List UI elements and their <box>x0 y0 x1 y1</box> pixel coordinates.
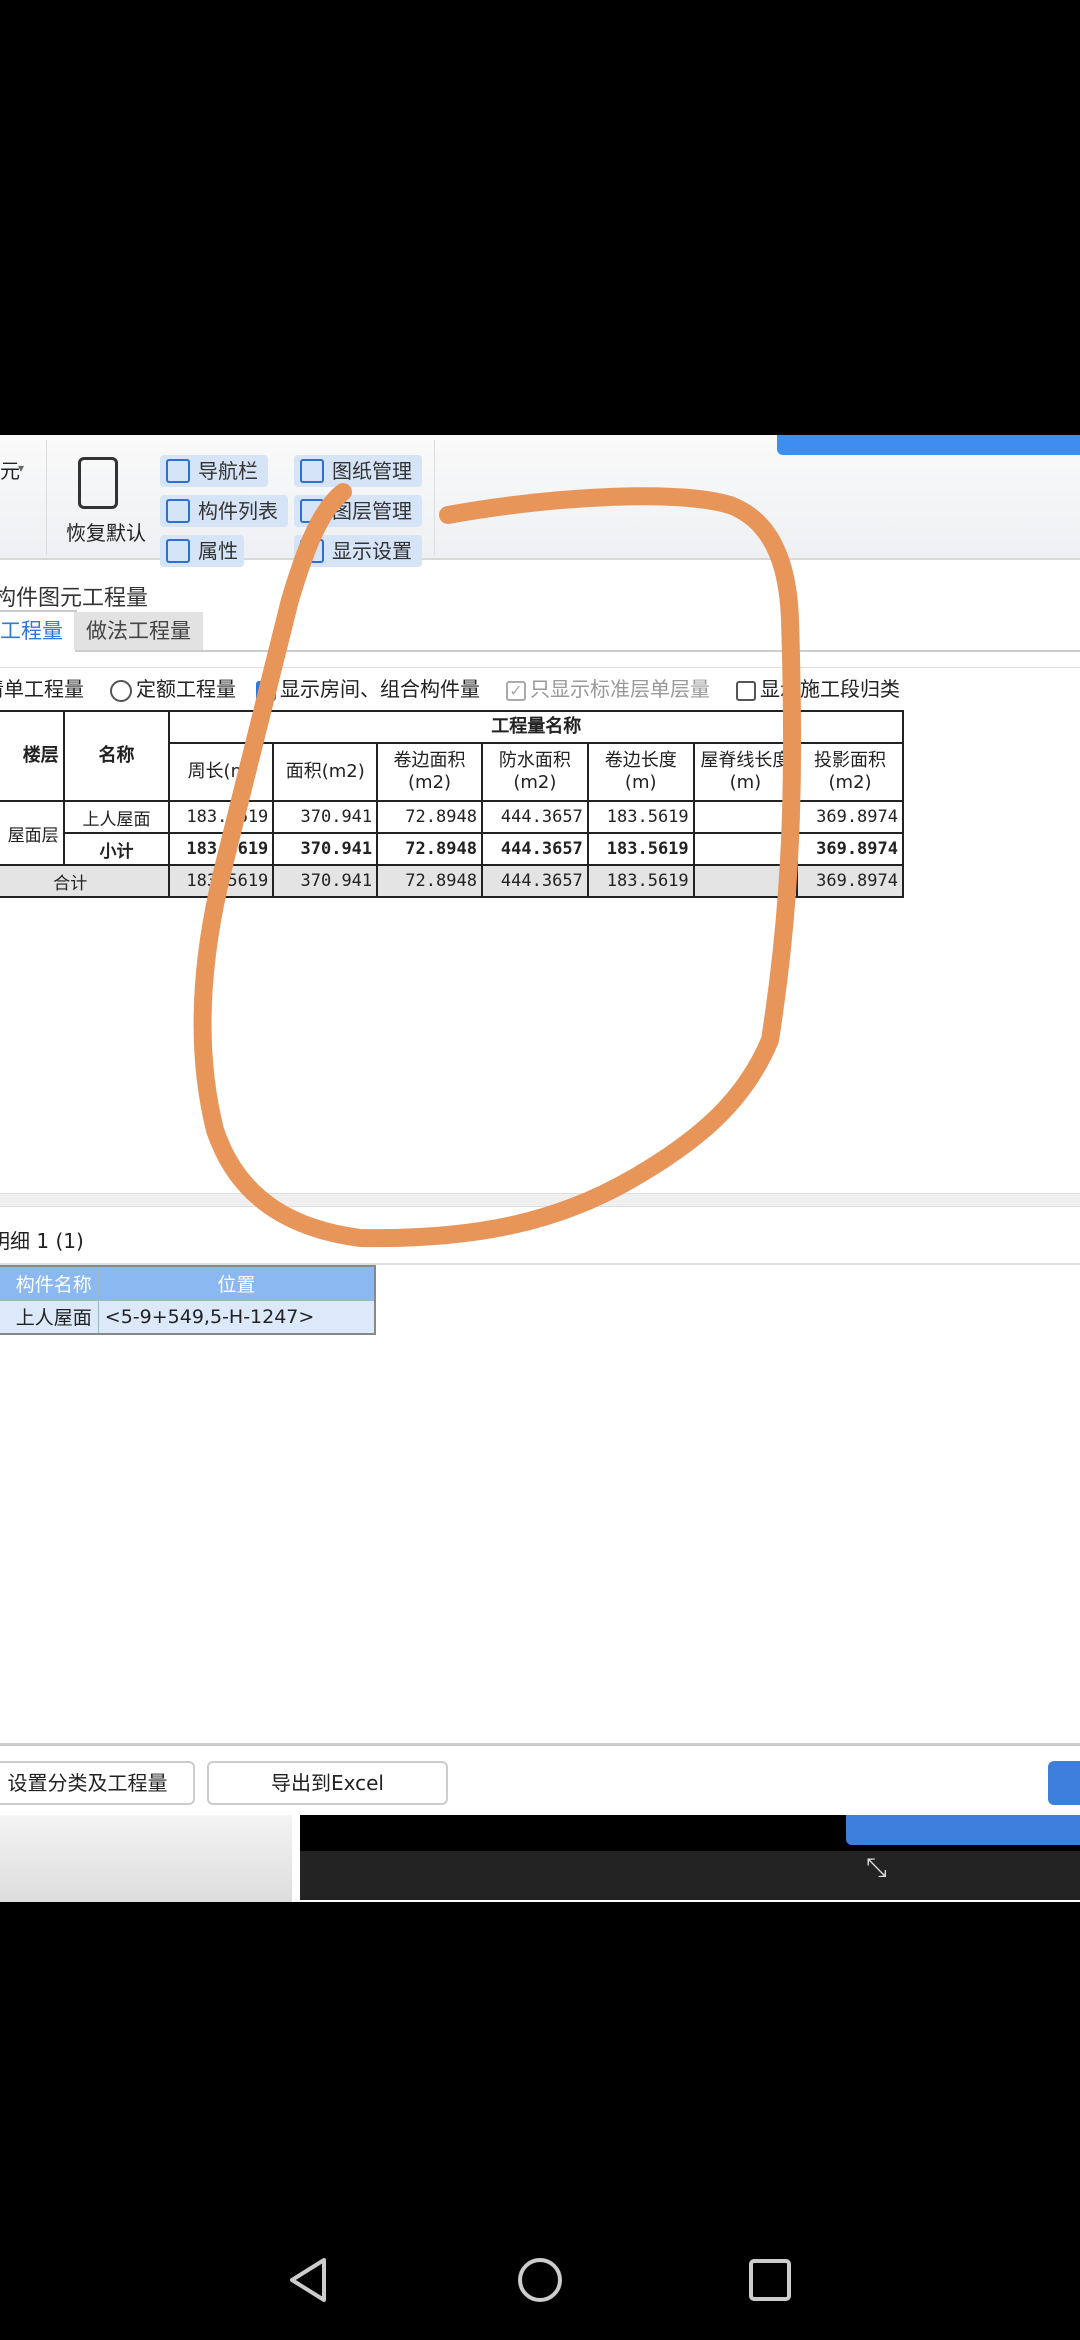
home-nav-button[interactable] <box>515 2255 565 2305</box>
annotation-loop <box>193 483 802 1248</box>
hand-drawn-annotation <box>193 483 802 1248</box>
recents-nav-button[interactable] <box>745 2255 795 2305</box>
recents-icon <box>749 2259 791 2301</box>
back-icon <box>290 2258 326 2302</box>
back-nav-button[interactable] <box>284 2255 334 2305</box>
home-icon <box>518 2258 562 2302</box>
